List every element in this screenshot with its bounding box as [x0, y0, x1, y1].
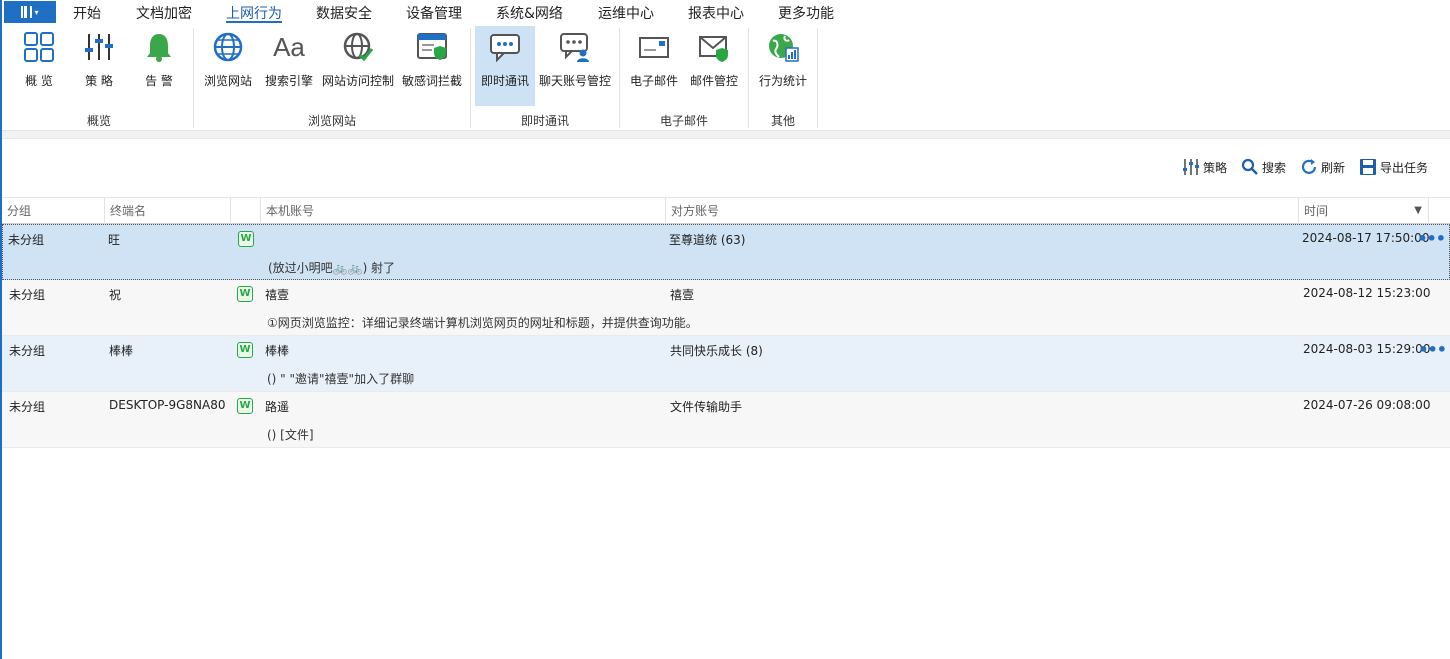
globe-icon: [211, 30, 245, 64]
group-label-browse: 浏览网站: [307, 114, 356, 128]
ribbon-divider: [2, 131, 1450, 139]
strategy-sliders-icon: [82, 30, 116, 64]
app-menu-icon: [21, 6, 33, 18]
group-label-email: 电子邮件: [659, 114, 708, 128]
strategy-button[interactable]: 策略: [1182, 158, 1227, 176]
menu-device-management[interactable]: 设备管理: [406, 3, 462, 23]
mail-icon: [637, 30, 671, 64]
sort-desc-icon: ▼: [1414, 205, 1422, 216]
column-local-account[interactable]: 本机账号: [260, 198, 665, 224]
column-time[interactable]: 时间 ▼: [1298, 198, 1428, 224]
refresh-icon: [1301, 159, 1317, 174]
column-app[interactable]: [230, 198, 260, 224]
search-icon: [1241, 158, 1258, 175]
table-row[interactable]: 未分组 棒棒 W 棒棒 共同快乐成长 (8) 2024-08-03 15:29:…: [2, 336, 1450, 392]
chat-user-icon: [558, 30, 592, 64]
table-row[interactable]: 未分组 旺 W 至尊道统 (63) 2024-08-17 17:50:00 ••…: [2, 224, 1450, 280]
more-options-icon[interactable]: •••: [1417, 229, 1446, 248]
wechat-icon: W: [238, 231, 254, 247]
table-row[interactable]: 未分组 祝 W 禧壹 禧壹 2024-08-12 15:23:00 ①网页浏览监…: [2, 280, 1450, 336]
wechat-icon: W: [237, 398, 253, 414]
wechat-icon: W: [237, 286, 253, 302]
search-engine-aa-icon: Aa: [273, 31, 305, 62]
tool-email-control[interactable]: 邮件管控: [686, 26, 742, 106]
overview-grid-icon: [22, 30, 56, 64]
tool-website-access-control[interactable]: 网站访问控制: [320, 26, 396, 106]
tool-browse-websites[interactable]: 浏览网站: [202, 26, 254, 106]
ribbon: 概 览 策 略 告 警 浏览网站 Aa 搜索引擎 网站访问控制 敏感词拦截 即时…: [2, 24, 1450, 131]
strategy-icon: [1182, 159, 1199, 175]
group-label-im: 即时通讯: [520, 114, 569, 128]
globe-check-icon: [341, 30, 375, 64]
message-content: () [文件]: [267, 428, 314, 442]
message-content: ①网页浏览监控：详细记录终端计算机浏览网页的网址和标题，并提供查询功能。: [267, 316, 698, 330]
chat-bubble-icon: [488, 30, 522, 64]
app-menu-button[interactable]: ▾: [4, 1, 56, 23]
mail-shield-icon: [697, 30, 731, 64]
menu-system-network[interactable]: 系统&网络: [496, 3, 563, 23]
globe-stats-icon: [766, 30, 800, 64]
more-options-icon[interactable]: •••: [1418, 340, 1447, 359]
column-peer-account[interactable]: 对方账号: [665, 198, 1298, 224]
tool-sensitive-word-block[interactable]: 敏感词拦截: [400, 26, 464, 106]
alarm-bell-icon: [142, 30, 176, 64]
tool-search-engine[interactable]: Aa 搜索引擎: [262, 26, 316, 106]
menu-more[interactable]: 更多功能: [778, 3, 834, 23]
message-content: () " "邀请"禧壹"加入了群聊: [267, 372, 415, 386]
table-row[interactable]: 未分组 DESKTOP-9G8NA80 W 路遥 文件传输助手 2024-07-…: [2, 392, 1450, 448]
tool-behavior-statistics[interactable]: 行为统计: [755, 26, 811, 106]
tool-strategy[interactable]: 策 略: [76, 26, 122, 106]
tool-email[interactable]: 电子邮件: [626, 26, 682, 106]
menu-internet-behavior[interactable]: 上网行为: [226, 3, 282, 23]
table-header: 分组 终端名 本机账号 对方账号 时间 ▼: [2, 197, 1450, 224]
menu-ops-center[interactable]: 运维中心: [598, 3, 654, 23]
group-label-overview: 概览: [86, 114, 111, 128]
refresh-button[interactable]: 刷新: [1300, 158, 1345, 176]
column-group[interactable]: 分组: [2, 198, 104, 224]
group-label-other: 其他: [770, 114, 795, 128]
tool-alarm[interactable]: 告 警: [136, 26, 182, 106]
column-terminal[interactable]: 终端名: [104, 198, 230, 224]
tool-overview[interactable]: 概 览: [16, 26, 62, 106]
message-content: (放过小明吧🚲🚲) 射了: [268, 261, 396, 275]
tool-instant-messaging[interactable]: 即时通讯: [475, 26, 535, 106]
browser-shield-icon: [415, 30, 449, 64]
menu-report-center[interactable]: 报表中心: [688, 3, 744, 23]
tool-chat-account-control[interactable]: 聊天账号管控: [537, 26, 613, 106]
action-toolbar: 策略 搜索 刷新 导出任务: [1182, 158, 1428, 176]
export-save-icon: [1359, 159, 1376, 175]
menu-doc-encrypt[interactable]: 文档加密: [136, 3, 192, 23]
menu-start[interactable]: 开始: [73, 3, 101, 23]
search-button[interactable]: 搜索: [1241, 158, 1286, 176]
export-task-button[interactable]: 导出任务: [1359, 158, 1428, 176]
wechat-icon: W: [237, 342, 253, 358]
menu-data-security[interactable]: 数据安全: [316, 3, 372, 23]
